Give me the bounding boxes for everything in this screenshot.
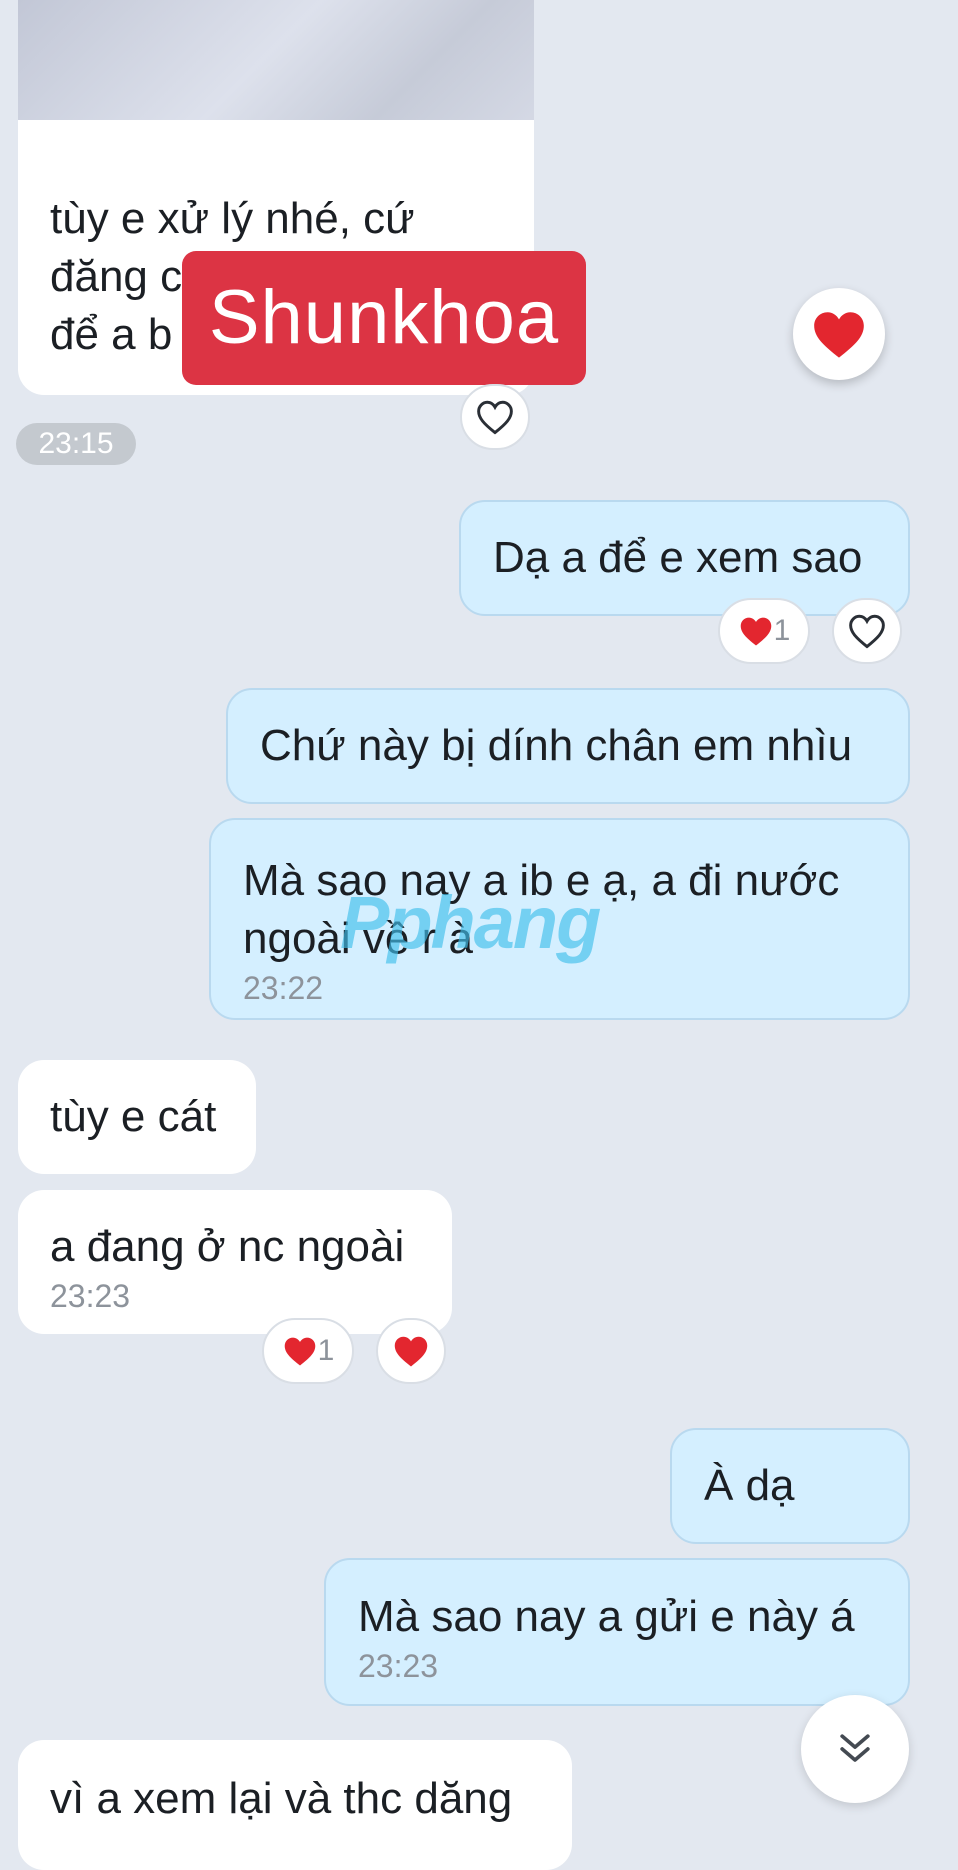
message-text-line: tùy e xử lý nhé, cứ [50, 194, 415, 243]
double-chevron-down-icon [840, 1734, 870, 1762]
message-time: 23:22 [243, 970, 324, 1006]
message-bubble-incoming[interactable]: a đang ở nc ngoài 23:23 [18, 1190, 452, 1334]
time-stamp: 23:15 [16, 423, 136, 465]
quick-heart-button[interactable] [793, 288, 885, 380]
reaction-count-badge[interactable]: 1 [718, 598, 810, 664]
message-text: a đang ở nc ngoài [50, 1222, 405, 1271]
message-text: À dạ [704, 1461, 795, 1510]
reaction-count: 1 [773, 614, 791, 647]
message-bubble-outgoing[interactable]: À dạ [670, 1428, 910, 1544]
heart-icon [740, 617, 771, 646]
scroll-to-bottom-button[interactable] [801, 1695, 909, 1803]
heart-icon [814, 312, 864, 358]
message-text: Dạ a để e xem sao [493, 533, 863, 582]
heart-outline-icon [849, 614, 885, 649]
heart-icon [284, 1337, 315, 1366]
reaction-count-badge[interactable]: 1 [262, 1318, 354, 1384]
message-bubble-outgoing[interactable]: Mà sao nay a gửi e này á 23:23 [324, 1558, 910, 1706]
reaction-add-button[interactable] [460, 384, 530, 450]
message-bubble-outgoing[interactable]: Dạ a để e xem sao [459, 500, 910, 616]
message-text: Mà sao nay a gửi e này á [358, 1592, 855, 1641]
reaction-add-button[interactable] [832, 598, 902, 664]
heart-outline-icon [477, 400, 513, 435]
heart-icon [394, 1336, 428, 1367]
message-time: 23:23 [358, 1648, 439, 1684]
message-bubble-incoming[interactable]: tùy e cát [18, 1060, 256, 1174]
message-bubble-incoming[interactable]: vì a xem lại và thc dăng [18, 1740, 572, 1870]
message-bubble-outgoing[interactable]: Chứ này bị dính chân em nhìu [226, 688, 910, 804]
brand-overlay-label: Shunkhoa [182, 251, 586, 385]
reaction-add-button[interactable] [376, 1318, 446, 1384]
watermark-text: Pphang [340, 881, 601, 964]
reaction-count: 1 [317, 1334, 335, 1367]
message-text: Chứ này bị dính chân em nhìu [260, 721, 853, 770]
message-text: vì a xem lại và thc dăng [50, 1774, 513, 1823]
message-time: 23:23 [50, 1278, 131, 1314]
message-text: tùy e cát [50, 1092, 217, 1141]
